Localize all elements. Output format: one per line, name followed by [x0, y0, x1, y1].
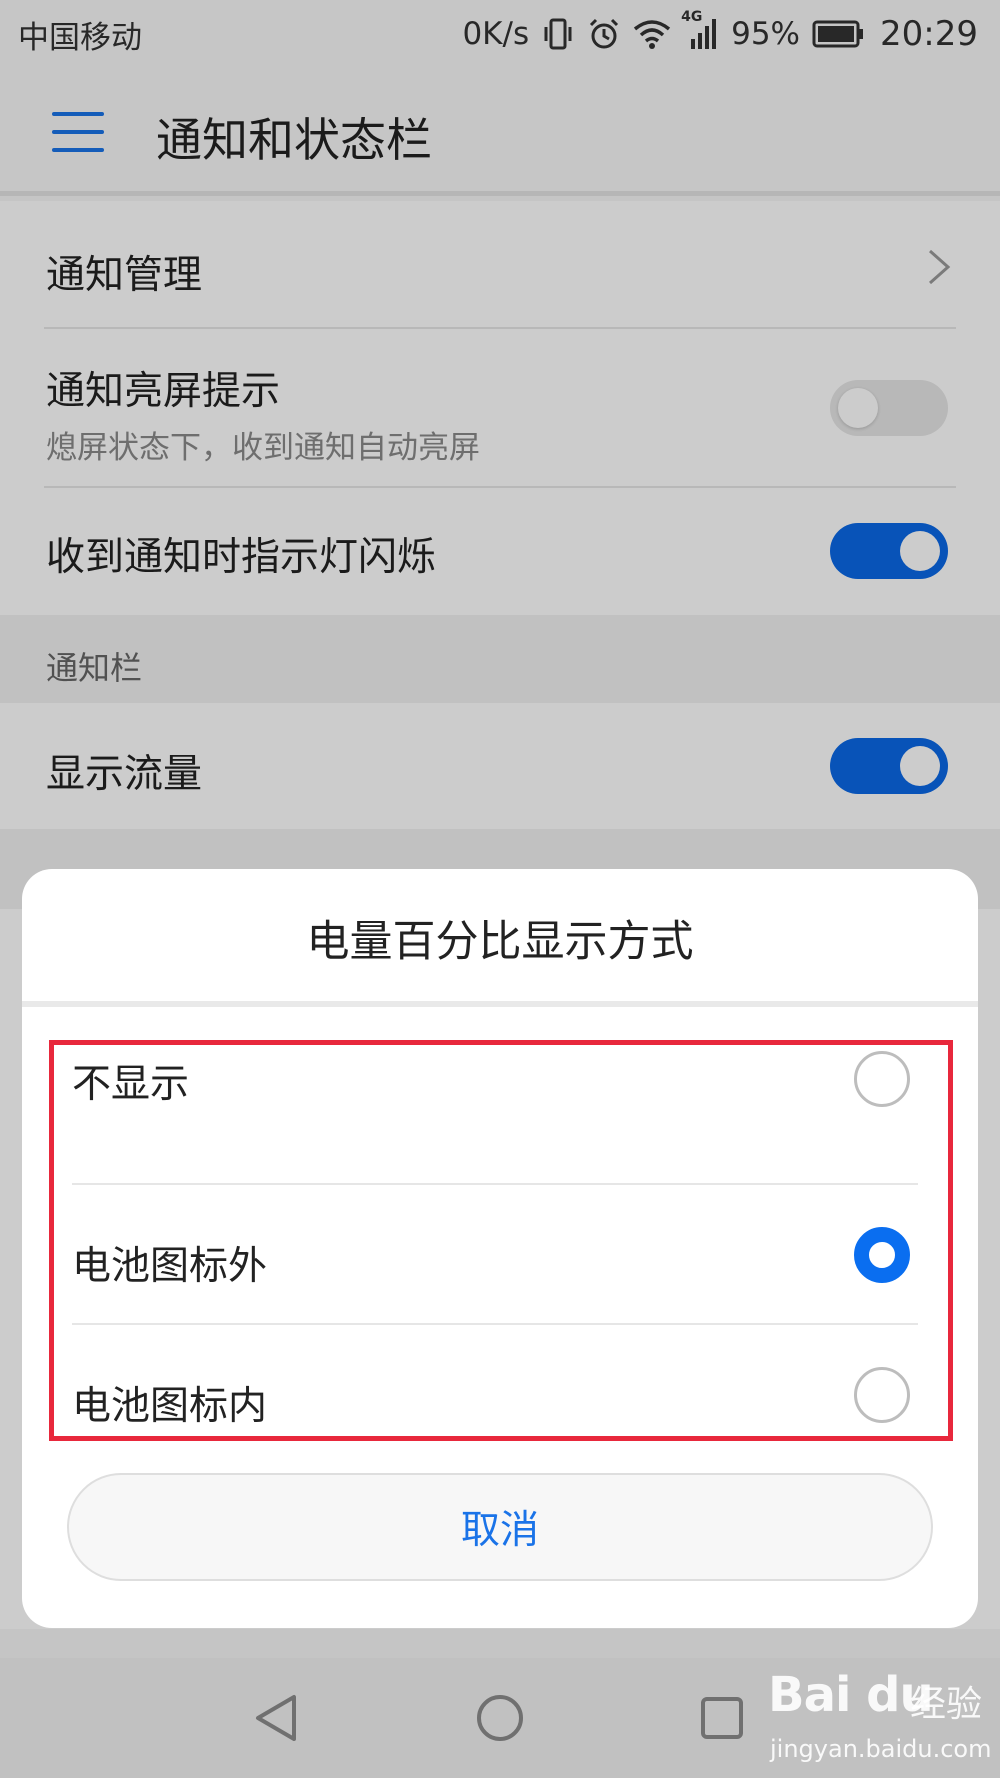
battery-percent-dialog: 电量百分比显示方式 不显示 电池图标外 电池图标内 取消 [22, 869, 978, 1628]
dialog-title-separator [22, 1001, 978, 1007]
option-not-shown[interactable]: 不显示 [54, 1045, 948, 1185]
radio-inside-battery-icon[interactable] [854, 1367, 910, 1423]
watermark-brand: Bai du [768, 1667, 934, 1723]
option-label: 电池图标内 [72, 1384, 268, 1429]
watermark-url: jingyan.baidu.com [770, 1735, 992, 1763]
baidu-jingyan-watermark: Bai du 经验 jingyan.baidu.com [758, 1665, 998, 1775]
cancel-button[interactable]: 取消 [67, 1473, 933, 1581]
dialog-title: 电量百分比显示方式 [306, 917, 694, 967]
radio-outside-battery-icon[interactable] [854, 1227, 910, 1283]
watermark-cn: 经验 [910, 1684, 983, 1725]
options-highlight-frame: 不显示 电池图标外 电池图标内 [49, 1040, 953, 1441]
option-label: 电池图标外 [72, 1244, 268, 1289]
radio-not-shown[interactable] [854, 1051, 910, 1107]
option-inside-battery-icon[interactable]: 电池图标内 [54, 1325, 948, 1465]
option-outside-battery-icon[interactable]: 电池图标外 [54, 1185, 948, 1325]
option-label: 不显示 [72, 1062, 190, 1107]
